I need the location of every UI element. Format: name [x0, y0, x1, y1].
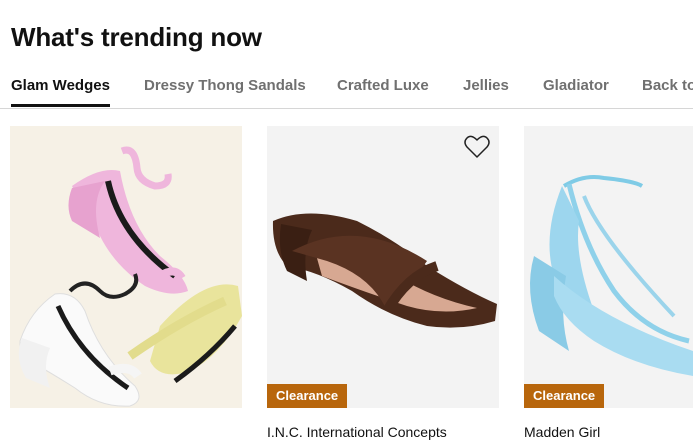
clearance-badge: Clearance: [267, 384, 348, 408]
product-brand[interactable]: I.N.C. International Concepts: [267, 424, 447, 440]
tab-dressy-thong-sandals[interactable]: Dressy Thong Sandals: [144, 77, 306, 94]
tab-glam-wedges[interactable]: Glam Wedges: [11, 77, 110, 94]
heart-icon[interactable]: [464, 135, 490, 159]
clearance-badge: Clearance: [524, 384, 605, 408]
trending-tabs: Glam Wedges Dressy Thong Sandals Crafted…: [0, 70, 693, 109]
product-image-wedges-collage[interactable]: [10, 126, 242, 408]
product-brand[interactable]: Madden Girl: [524, 424, 600, 440]
tab-jellies[interactable]: Jellies: [463, 77, 509, 94]
product-image[interactable]: Clearance: [267, 126, 499, 408]
tab-back-to[interactable]: Back to: [642, 77, 693, 94]
product-image[interactable]: Clearance: [524, 126, 693, 408]
tab-crafted-luxe[interactable]: Crafted Luxe: [337, 77, 429, 94]
section-title: What's trending now: [11, 22, 262, 52]
active-tab-indicator: [11, 104, 110, 107]
tab-gladiator[interactable]: Gladiator: [543, 77, 609, 94]
